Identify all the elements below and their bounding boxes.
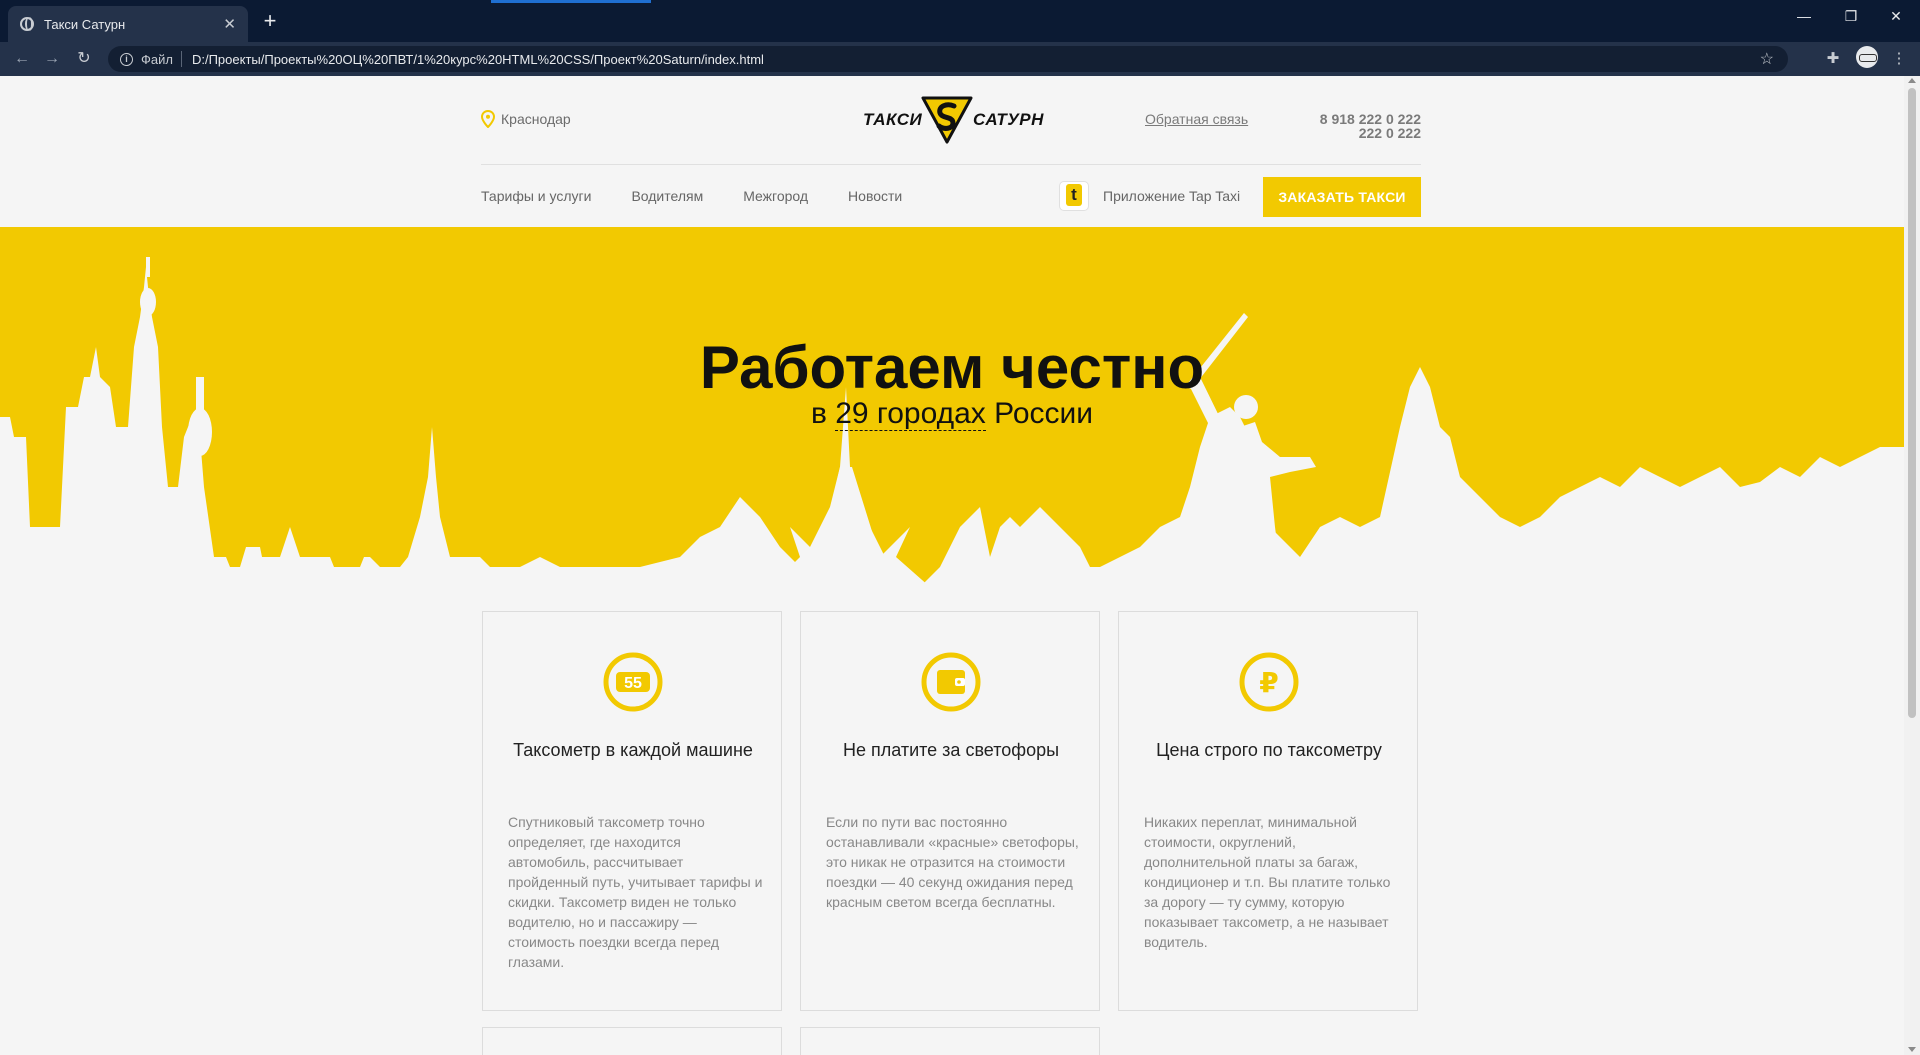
logo-text-right: САТУРН [973,110,1044,129]
ruble-icon: ₽ [1239,652,1299,712]
menu-item-intercity[interactable]: Межгород [743,188,808,204]
location-pin-icon [481,110,495,128]
site-logo[interactable]: ТАКСИ САТУРН [863,94,1043,146]
wallet-icon [921,652,981,712]
info-icon[interactable]: i [120,52,133,66]
tab-close-icon[interactable]: ✕ [223,15,236,33]
feature-card-taximeter: 55 Таксометр в каждой машине Спутниковый… [482,611,782,1011]
menu-kebab-icon[interactable]: ⋮ [1890,50,1908,68]
phone-numbers: 8 918 222 0 222 222 0 222 [1320,112,1421,140]
page-viewport: Краснодар ТАКСИ САТУРН Обратная связь 8 … [0,76,1904,1055]
feature-card-partial [482,1027,782,1055]
city-name: Краснодар [501,111,571,127]
forward-icon[interactable]: → [42,49,62,69]
page-scrollbar[interactable] [1904,76,1920,1055]
bookmark-star-icon[interactable]: ☆ [1760,49,1774,69]
feature-text: Спутниковый таксометр точно определяет, … [508,814,763,970]
feature-text: Никаких переплат, минимальной стоимости,… [1144,814,1391,950]
window-close-button[interactable]: ✕ [1881,8,1911,25]
menu-item-tariffs[interactable]: Тарифы и услуги [481,188,591,204]
menu-item-news[interactable]: Новости [848,188,902,204]
minimize-button[interactable]: — [1789,8,1819,24]
tab-title: Такси Сатурн [44,16,126,32]
reload-icon[interactable]: ↻ [74,49,94,69]
address-url[interactable]: D:/Проекты/Проекты%20ОЦ%20ПВТ/1%20курс%2… [192,52,764,67]
feature-card-traffic-lights: Не платите за светофоры Если по пути вас… [800,611,1100,1011]
taximeter-icon: 55 [603,652,663,712]
feature-card-partial [800,1027,1100,1055]
phone-secondary[interactable]: 222 0 222 [1320,126,1421,140]
feedback-link[interactable]: Обратная связь [1145,111,1248,127]
feature-title: Не платите за светофоры [842,740,1060,760]
extensions-icon[interactable]: ✚ [1824,50,1842,68]
hero-banner: Работаем честно в 29 городах России [0,227,1904,607]
hero-title: Работаем честно [699,334,1205,401]
phone-primary[interactable]: 8 918 222 0 222 [1320,112,1421,126]
address-bar-row: ← → ↻ i Файл D:/Проекты/Проекты%20ОЦ%20П… [0,42,1920,76]
feature-card-fair-price: ₽ Цена строго по таксометру Никаких пере… [1118,611,1418,1011]
browser-tab[interactable]: Такси Сатурн ✕ [8,6,248,42]
address-separator [180,51,182,67]
scroll-up-arrow-icon[interactable] [1908,78,1916,83]
order-taxi-button[interactable]: ЗАКАЗАТЬ ТАКСИ [1263,177,1421,217]
app-label: Приложение Tap Taxi [1103,188,1241,204]
address-bar[interactable]: i Файл D:/Проекты/Проекты%20ОЦ%20ПВТ/1%2… [108,46,1788,72]
taximeter-icon-digits: 55 [624,675,642,692]
site-header: Краснодар ТАКСИ САТУРН Обратная связь 8 … [481,76,1421,227]
scroll-down-arrow-icon[interactable] [1908,1047,1916,1052]
logo-text-left: ТАКСИ [863,110,923,129]
profile-avatar-icon[interactable] [1856,46,1878,68]
globe-icon [20,17,34,31]
hero-subtitle: в 29 городах России [0,397,1904,431]
hero-sub-prefix: в [810,397,827,430]
ruble-icon-glyph: ₽ [1259,666,1278,699]
back-icon[interactable]: ← [12,49,32,69]
tab-strip-indicator [491,0,651,3]
restore-button[interactable]: ❐ [1836,8,1866,25]
header-divider [481,164,1421,165]
browser-tab-bar: Такси Сатурн ✕ + — ❐ ✕ [0,0,1920,42]
tap-taxi-app-icon [1059,181,1089,211]
file-scheme-label: Файл [141,51,173,67]
hero-sub-suffix: России [994,397,1094,430]
new-tab-button[interactable]: + [258,9,282,33]
menu-item-drivers[interactable]: Водителям [631,188,703,204]
city-selector[interactable]: Краснодар [481,110,571,128]
saturn-logo-icon [921,96,973,144]
feature-title: Цена строго по таксометру [1156,740,1382,760]
tap-taxi-app-link[interactable]: Приложение Tap Taxi [1059,181,1240,211]
scrollbar-thumb[interactable] [1908,88,1916,718]
cities-link[interactable]: 29 городах [835,397,986,431]
main-menu: Тарифы и услуги Водителям Межгород Новос… [481,188,902,204]
feature-text: Если по пути вас постоянно останавливали… [826,814,1079,910]
feature-title: Таксометр в каждой машине [513,740,753,760]
